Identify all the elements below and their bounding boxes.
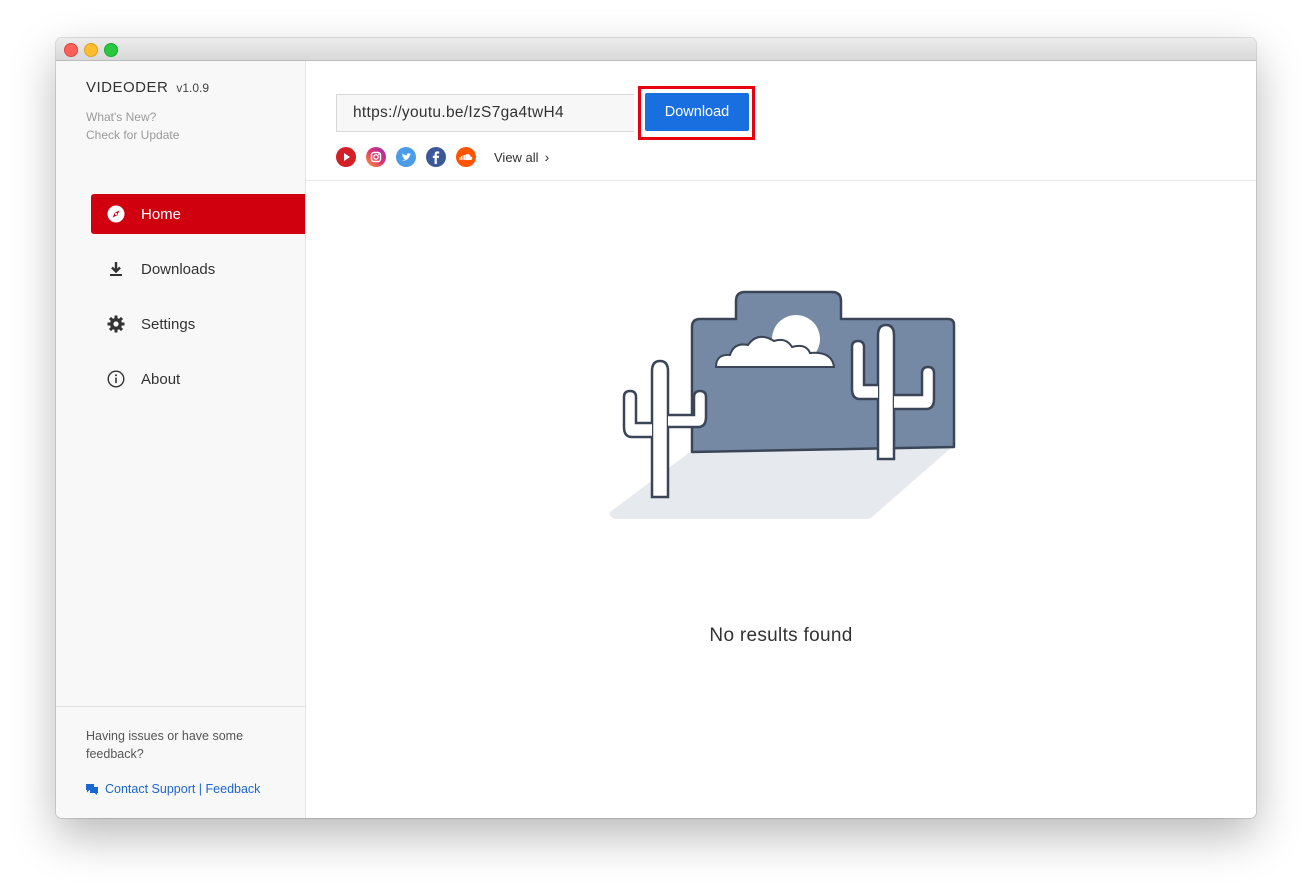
sidebar: VIDEODER v1.0.9 What's New? Check for Upd… bbox=[56, 61, 306, 818]
sidebar-item-label: Home bbox=[141, 205, 182, 223]
twitter-icon[interactable] bbox=[396, 147, 416, 167]
facebook-icon[interactable] bbox=[426, 147, 446, 167]
sidebar-item-label: Downloads bbox=[141, 260, 216, 278]
app-name: VIDEODER bbox=[86, 79, 169, 96]
view-all-link[interactable]: View all › bbox=[494, 149, 549, 165]
sidebar-item-about[interactable]: About bbox=[91, 359, 305, 399]
app-window: VIDEODER v1.0.9 What's New? Check for Upd… bbox=[56, 38, 1256, 818]
compass-icon bbox=[106, 204, 126, 224]
download-button[interactable]: Download bbox=[645, 93, 749, 131]
sidebar-footer: Having issues or have some feedback? Con… bbox=[56, 706, 305, 818]
sidebar-item-home[interactable]: Home bbox=[91, 194, 305, 234]
close-window-button[interactable] bbox=[64, 43, 78, 57]
youtube-icon[interactable] bbox=[336, 147, 356, 167]
info-icon bbox=[106, 369, 126, 389]
url-input[interactable] bbox=[336, 94, 634, 132]
app-title: VIDEODER v1.0.9 bbox=[86, 79, 209, 96]
soundcloud-icon[interactable] bbox=[456, 147, 476, 167]
contact-support-link[interactable]: Contact Support | Feedback bbox=[86, 782, 260, 796]
instagram-icon[interactable] bbox=[366, 147, 386, 167]
contact-support-label: Contact Support | Feedback bbox=[105, 782, 261, 796]
app-version: v1.0.9 bbox=[176, 81, 210, 95]
feedback-prompt: Having issues or have some feedback? bbox=[86, 729, 244, 761]
empty-state-illustration bbox=[608, 287, 956, 526]
chevron-right-icon: › bbox=[544, 149, 550, 165]
sidebar-item-settings[interactable]: Settings bbox=[91, 304, 305, 344]
view-all-label: View all bbox=[494, 149, 539, 165]
chat-icon bbox=[86, 783, 98, 795]
supported-sources: View all › bbox=[336, 147, 549, 167]
maximize-window-button[interactable] bbox=[104, 43, 118, 57]
gear-icon bbox=[106, 314, 126, 334]
url-bar-section: Download View all bbox=[306, 61, 1256, 181]
sidebar-item-label: Settings bbox=[141, 315, 196, 333]
main-content: Download View all bbox=[306, 61, 1256, 818]
title-bar bbox=[56, 38, 1256, 61]
minimize-window-button[interactable] bbox=[84, 43, 98, 57]
sidebar-item-label: About bbox=[141, 370, 181, 388]
download-icon bbox=[106, 259, 126, 279]
sidebar-item-downloads[interactable]: Downloads bbox=[91, 249, 305, 289]
check-update-link[interactable]: Check for Update bbox=[86, 128, 179, 142]
whats-new-link[interactable]: What's New? bbox=[86, 110, 156, 124]
empty-state-message: No results found bbox=[709, 625, 853, 646]
